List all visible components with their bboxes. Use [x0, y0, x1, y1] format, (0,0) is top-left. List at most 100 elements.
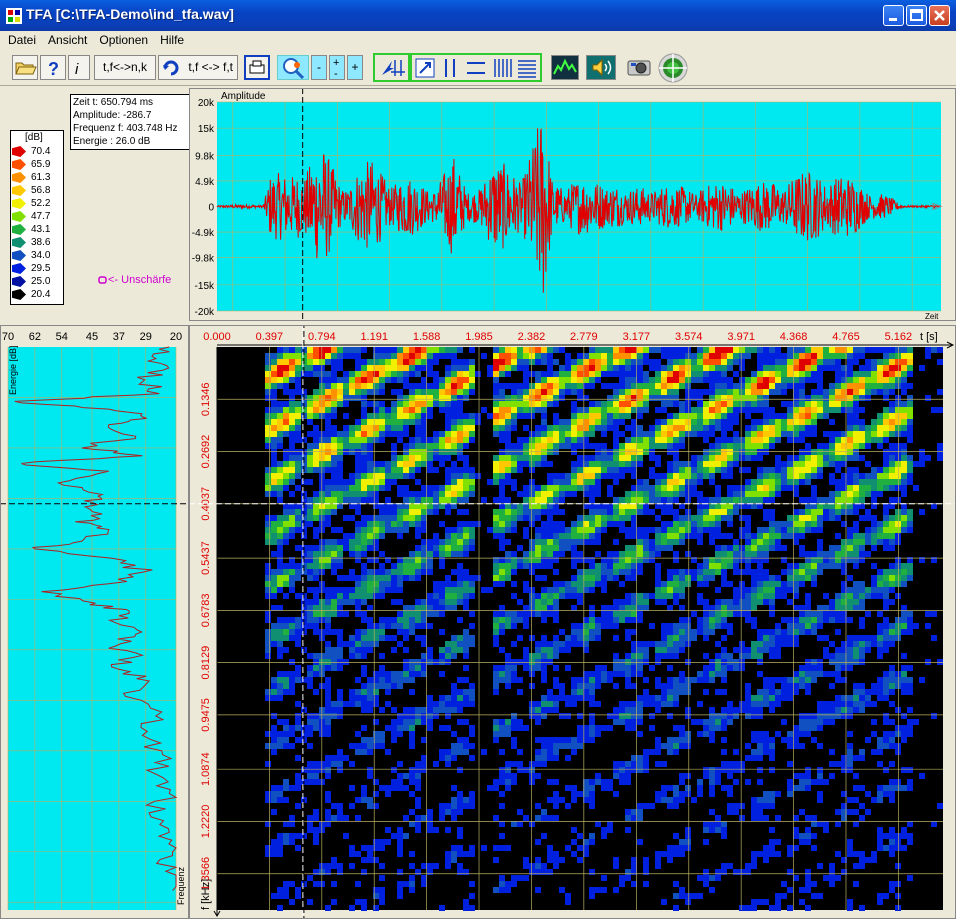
spectrogram-cell: [457, 749, 463, 755]
spectrogram-cell: [745, 701, 751, 707]
spectrogram-cell: [313, 509, 319, 515]
spectrogram-cell: [739, 761, 745, 767]
spectrogram-cell: [607, 821, 613, 827]
spectrogram-panel[interactable]: 0.000 0.397 0.794 1.191 1.588 1.985 2.382 2.779…: [189, 325, 956, 919]
legend-value: 70.4: [31, 146, 51, 157]
spectrogram-cell: [409, 881, 415, 887]
zoom-button[interactable]: [277, 55, 309, 80]
spectrogram-cell: [505, 677, 511, 683]
maximize-button[interactable]: [906, 5, 927, 26]
spectrogram-cell: [283, 539, 289, 545]
spectrogram-cell: [607, 401, 613, 407]
spectrogram-cell: [679, 587, 685, 593]
record-button[interactable]: [625, 55, 653, 80]
spectrogram-cell: [355, 365, 361, 371]
spectrogram-cell: [553, 683, 559, 689]
menu-hilfe[interactable]: Hilfe: [154, 31, 190, 50]
spectrogram-cell: [733, 359, 739, 365]
spectrogram-cell: [349, 425, 355, 431]
spectrogram-cell: [805, 353, 811, 359]
spectrogram-cell: [709, 461, 715, 467]
spectrogram-cell: [829, 365, 835, 371]
spectrogram-cell: [535, 761, 541, 767]
close-button[interactable]: [929, 5, 950, 26]
blur-control[interactable]: <- Unschärfe: [98, 274, 171, 286]
waveform-panel[interactable]: 20k15k9.8k4.9k0-4.9k-9.8k-15k-20kAmplitu…: [189, 88, 956, 321]
spectrogram-cell: [541, 407, 547, 413]
spectrogram-cell: [535, 563, 541, 569]
info-button[interactable]: i: [68, 55, 90, 80]
print-button[interactable]: [244, 55, 270, 80]
help-button[interactable]: ?: [40, 55, 66, 80]
target-button[interactable]: [657, 53, 689, 83]
zoom-out-button[interactable]: -: [311, 55, 327, 80]
spectrogram-cell: [355, 701, 361, 707]
spectrogram-cell: [613, 551, 619, 557]
spectrogram-cell: [619, 473, 625, 479]
spectrogram-cell: [523, 581, 529, 587]
spectrogram-cell: [277, 569, 283, 575]
spectrogram-cell: [589, 473, 595, 479]
spectrogram-cell: [715, 617, 721, 623]
cursor-mode-button[interactable]: [377, 56, 407, 81]
multi-horizontal-lines-icon: [518, 60, 536, 78]
play-sound-button[interactable]: [586, 55, 616, 80]
spectrogram-cell: [697, 377, 703, 383]
spectrogram-cell: [349, 377, 355, 383]
zoom-step-button[interactable]: + -: [329, 55, 345, 80]
spectrogram-cell: [607, 569, 613, 575]
minimize-button[interactable]: [883, 5, 904, 26]
spectrogram-cell: [721, 455, 727, 461]
spectrogram-cell: [781, 533, 787, 539]
marker-point-button[interactable]: [414, 56, 436, 81]
spectrogram-cell: [715, 437, 721, 443]
spectrogram-cell: [403, 419, 409, 425]
spectrum-view-button[interactable]: [551, 55, 579, 80]
zoom-in-button[interactable]: +: [347, 55, 363, 80]
spectrogram-cell: [289, 449, 295, 455]
spectrogram-cell: [733, 659, 739, 665]
spectrogram-cell: [445, 377, 451, 383]
spectrogram-cell: [433, 713, 439, 719]
spectrogram-cell: [745, 593, 751, 599]
spectrogram-cell: [595, 485, 601, 491]
spectrogram-cell: [553, 437, 559, 443]
spectrogram-cell: [577, 539, 583, 545]
spectrogram-cell: [499, 407, 505, 413]
spectrogram-cell: [331, 527, 337, 533]
spectrogram-cell: [379, 839, 385, 845]
spectrogram-cell: [643, 371, 649, 377]
spectrogram-cell: [415, 599, 421, 605]
spectrogram-cell: [463, 485, 469, 491]
marker-multi-vertical-button[interactable]: [490, 56, 514, 81]
spectrogram-cell: [289, 353, 295, 359]
menu-ansicht[interactable]: Ansicht: [42, 31, 93, 50]
spectrogram-cell: [283, 647, 289, 653]
spectrogram-cell: [349, 479, 355, 485]
spectrogram-cell: [277, 635, 283, 641]
spectrogram-cell: [805, 467, 811, 473]
open-button[interactable]: [12, 55, 38, 80]
menu-optionen[interactable]: Optionen: [93, 31, 154, 50]
spectrogram-cell: [721, 347, 727, 353]
marker-multi-horizontal-button[interactable]: [515, 56, 539, 81]
spectrogram-cell: [361, 749, 367, 755]
spectrogram-cell: [637, 671, 643, 677]
spectrogram-cell: [577, 527, 583, 533]
spectrogram-cell: [283, 785, 289, 791]
energy-panel[interactable]: 70 62 54 45 37 29 20Energie [dB]Frequenz: [0, 325, 189, 919]
marker-horizontal-button[interactable]: [464, 56, 488, 81]
spectrogram-cell: [445, 449, 451, 455]
spectrogram-cell: [667, 509, 673, 515]
swap-tfnk-button[interactable]: t,f<->n,k: [94, 55, 156, 80]
spectrogram-cell: [499, 773, 505, 779]
spectrogram-cell: [571, 785, 577, 791]
spectrogram-cell: [589, 833, 595, 839]
spectrogram-cell: [685, 827, 691, 833]
swap-tfft-button[interactable]: t,f <-> f,t: [158, 55, 238, 80]
spectrogram-cell: [625, 413, 631, 419]
spectrogram-cell: [409, 473, 415, 479]
menu-datei[interactable]: Datei: [0, 31, 42, 50]
spectrogram-cell: [433, 401, 439, 407]
marker-vertical-button[interactable]: [438, 56, 462, 81]
